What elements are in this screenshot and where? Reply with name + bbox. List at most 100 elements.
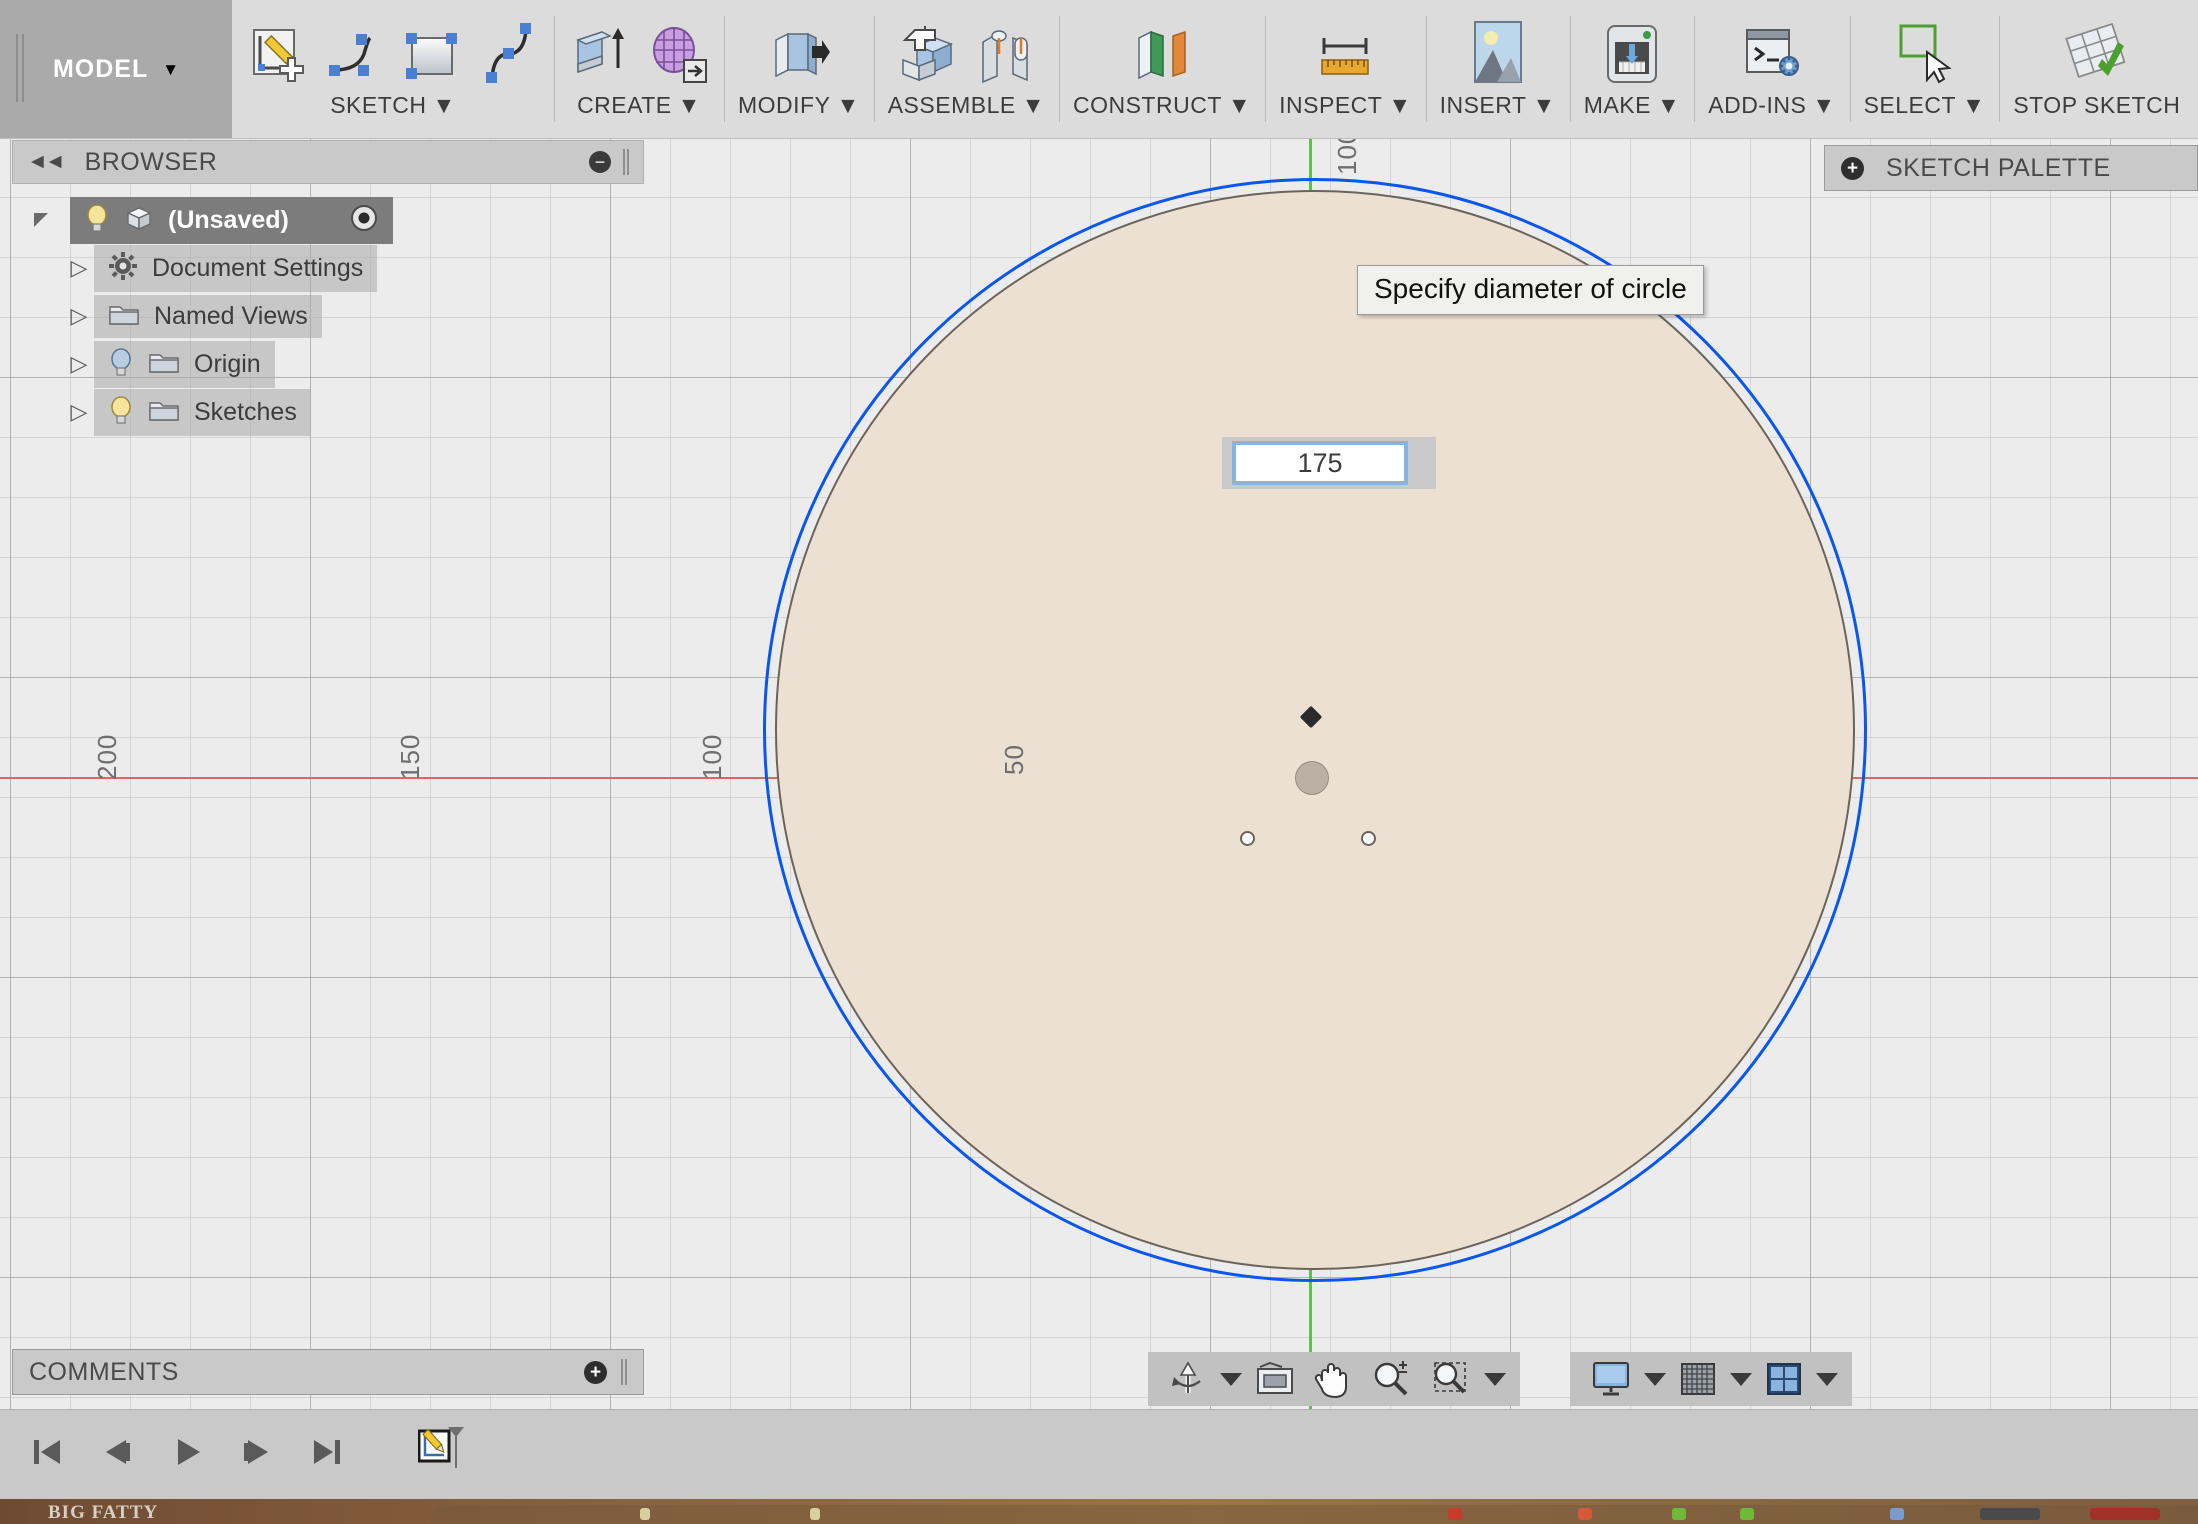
tree-row[interactable]: ▷ Sketches: [12, 388, 644, 436]
radio-active-icon[interactable]: [349, 203, 379, 238]
spline-icon[interactable]: [480, 20, 540, 86]
rectangle-icon[interactable]: [404, 30, 462, 86]
lightbulb-on-icon[interactable]: [84, 203, 110, 238]
expand-triangle-icon[interactable]: ▷: [64, 399, 94, 425]
tree-node-document-settings[interactable]: Document Settings: [94, 244, 378, 292]
ribbon-group-make: MAKE ▼: [1569, 0, 1694, 138]
expand-triangle-icon[interactable]: ▷: [64, 351, 94, 377]
offset-plane-icon[interactable]: [1131, 24, 1193, 86]
diameter-input[interactable]: 175: [1232, 441, 1408, 485]
tree-node-label: Origin: [194, 349, 261, 378]
browser-header[interactable]: ◄◄ BROWSER −: [12, 140, 644, 184]
zoom-icon[interactable]: [1364, 1359, 1418, 1399]
dimension-input-container[interactable]: 175: [1222, 437, 1436, 489]
go-to-end-icon[interactable]: [310, 1435, 344, 1474]
step-forward-icon[interactable]: [240, 1435, 274, 1474]
tree-node-label: (Unsaved): [168, 205, 289, 234]
ribbon-group-select: SELECT ▼: [1849, 0, 2000, 138]
extrude-icon[interactable]: [568, 24, 630, 86]
step-back-icon[interactable]: [100, 1435, 134, 1474]
chevron-down-icon: ▼: [677, 92, 701, 118]
joint-icon[interactable]: [975, 24, 1037, 86]
tree-node-label: Sketches: [194, 397, 297, 426]
create-form-icon[interactable]: [648, 24, 710, 86]
display-settings-icon[interactable]: [1584, 1360, 1638, 1398]
ribbon-grip: [16, 34, 24, 102]
chevron-down-icon: ▼: [162, 59, 180, 79]
tree-node-named-views[interactable]: Named Views: [94, 294, 322, 338]
ribbon-group-insert: INSERT ▼: [1425, 0, 1570, 138]
background-window-title: BIG FATTY: [48, 1502, 159, 1523]
ribbon-group-label: ADD-INS: [1708, 92, 1807, 118]
tree-node-sketches[interactable]: Sketches: [94, 388, 311, 436]
expand-triangle-icon[interactable]: ▷: [64, 255, 94, 281]
press-pull-icon[interactable]: [768, 24, 830, 86]
add-comment-icon[interactable]: +: [584, 1360, 607, 1384]
background-window-panel: [430, 1505, 2198, 1524]
bg-item: [1980, 1508, 2040, 1520]
stop-sketch-icon[interactable]: [2064, 22, 2130, 86]
display-dropdown-caret-icon[interactable]: [1644, 1372, 1666, 1386]
new-component-icon[interactable]: [895, 24, 957, 86]
go-to-beginning-icon[interactable]: [30, 1435, 64, 1474]
folder-icon: [148, 349, 180, 380]
orbit-dropdown-caret-icon[interactable]: [1220, 1372, 1242, 1386]
ribbon-group-addins: ADD-INS ▼: [1694, 0, 1849, 138]
ribbon-group-stop-sketch[interactable]: STOP SKETCH: [1999, 0, 2194, 138]
tree-node-label: Named Views: [154, 301, 308, 330]
folder-icon: [108, 301, 140, 332]
tree-row[interactable]: (Unsaved): [12, 196, 644, 244]
insert-image-icon[interactable]: [1469, 18, 1527, 86]
orbit-icon[interactable]: [1162, 1359, 1214, 1399]
look-at-icon[interactable]: [1248, 1361, 1302, 1397]
grid-dropdown-caret-icon[interactable]: [1730, 1372, 1752, 1386]
lightbulb-on-icon[interactable]: [108, 395, 134, 430]
tree-row[interactable]: ▷ Named Views: [12, 292, 644, 340]
timeline-bar: [0, 1409, 2198, 1499]
zoom-window-icon[interactable]: [1424, 1359, 1478, 1399]
3d-print-icon[interactable]: [1602, 20, 1662, 86]
sketch-palette-panel[interactable]: + SKETCH PALETTE: [1824, 145, 2198, 191]
tree-node-origin[interactable]: Origin: [94, 340, 275, 388]
select-cursor-icon[interactable]: [1893, 20, 1955, 86]
sketch-feature-icon[interactable]: [417, 1425, 464, 1484]
tree-node-unsaved[interactable]: (Unsaved): [70, 196, 393, 244]
workspace-selector-model[interactable]: MODEL ▼: [0, 0, 232, 138]
expand-triangle-icon[interactable]: ▷: [64, 303, 94, 329]
ribbon-group-create: CREATE ▼: [554, 0, 724, 138]
lightbulb-off-icon[interactable]: [108, 347, 134, 382]
pan-icon[interactable]: [1308, 1359, 1358, 1399]
panel-resize-grip[interactable]: [623, 149, 629, 175]
chevron-down-icon: ▼: [1812, 92, 1836, 118]
ribbon-toolbar: MODEL ▼ SKETCH ▼ CREATE ▼ MODIFY ▼ ASSEM…: [0, 0, 2198, 139]
chevron-down-icon: ▼: [1656, 92, 1681, 118]
viewports-icon[interactable]: [1758, 1360, 1810, 1398]
comments-panel[interactable]: COMMENTS +: [12, 1349, 644, 1395]
timeline-feature-marker[interactable]: [417, 1425, 464, 1484]
create-sketch-icon[interactable]: [246, 24, 308, 86]
tree-row[interactable]: ▷ Origin: [12, 340, 644, 388]
ribbon-group-label: INSPECT: [1279, 92, 1383, 118]
line-icon[interactable]: [326, 30, 386, 86]
minimize-icon[interactable]: −: [589, 151, 611, 173]
chevron-down-icon: ▼: [836, 92, 860, 118]
browser-panel: ◄◄ BROWSER − (Unsaved) ▷ Document Settin…: [12, 140, 644, 436]
panel-resize-grip[interactable]: [621, 1359, 627, 1385]
ribbon-group-sketch: SKETCH ▼: [232, 0, 554, 138]
measure-icon[interactable]: [1314, 24, 1376, 86]
folder-icon: [148, 397, 180, 428]
viewports-dropdown-caret-icon[interactable]: [1816, 1372, 1838, 1386]
expand-icon[interactable]: +: [1841, 156, 1864, 180]
scripts-addins-icon[interactable]: [1741, 24, 1803, 86]
navigation-cluster: [1148, 1352, 1520, 1406]
play-icon[interactable]: [170, 1435, 204, 1474]
ribbon-group-modify: MODIFY ▼: [724, 0, 874, 138]
tree-row[interactable]: ▷ Document Settings: [12, 244, 644, 292]
expand-triangle-open-icon[interactable]: [34, 213, 48, 227]
ribbon-group-label: ASSEMBLE: [887, 92, 1016, 118]
zoom-dropdown-caret-icon[interactable]: [1484, 1372, 1506, 1386]
ribbon-group-assemble: ASSEMBLE ▼: [873, 0, 1059, 138]
background-window[interactable]: BIG FATTY: [0, 1499, 2198, 1524]
collapse-panel-icon[interactable]: ◄◄: [27, 150, 66, 174]
grid-snap-icon[interactable]: [1672, 1360, 1724, 1398]
